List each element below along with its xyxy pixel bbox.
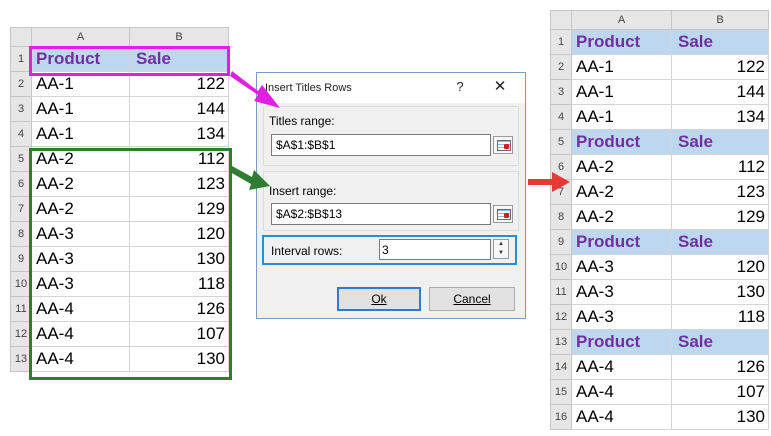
- result-arrow-icon: [528, 172, 570, 192]
- insert-range-arrow-icon: [230, 166, 270, 190]
- titles-range-arrow-icon: [230, 71, 280, 108]
- flow-arrows: [230, 71, 570, 192]
